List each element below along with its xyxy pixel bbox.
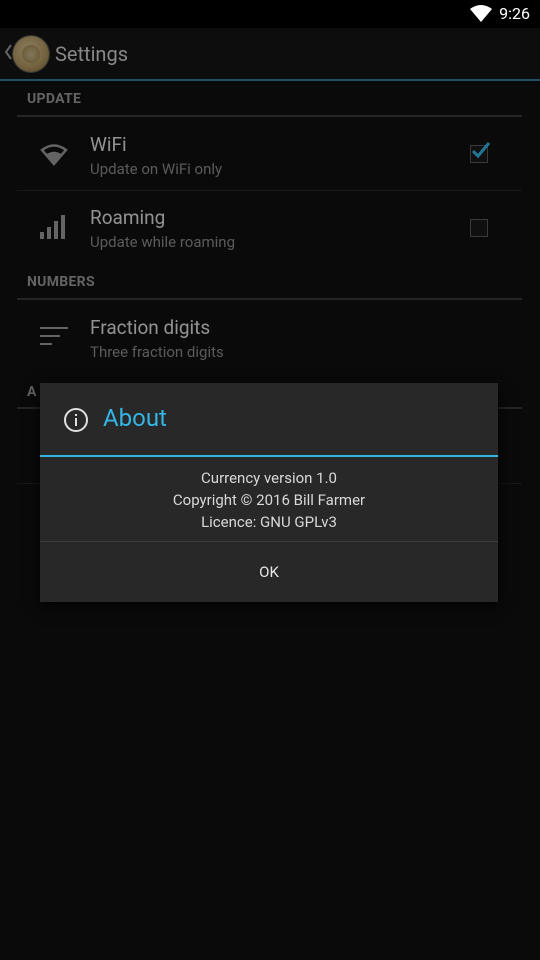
ok-button[interactable]: OK <box>40 542 498 602</box>
dialog-title: About <box>103 404 167 432</box>
info-icon <box>64 408 88 432</box>
about-dialog: About Currency version 1.0 Copyright © 2… <box>40 383 498 602</box>
status-time: 9:26 <box>499 4 530 23</box>
dialog-header: About <box>40 383 498 455</box>
dialog-message: Currency version 1.0 Copyright © 2016 Bi… <box>40 467 498 533</box>
licence-text: Licence: GNU GPLv3 <box>201 513 337 531</box>
wifi-icon <box>470 5 492 22</box>
status-bar: 9:26 <box>0 0 540 28</box>
version-text: Currency version 1.0 <box>201 469 337 487</box>
copyright-text: Copyright © 2016 Bill Farmer <box>172 491 366 509</box>
dialog-title-divider <box>40 455 498 457</box>
